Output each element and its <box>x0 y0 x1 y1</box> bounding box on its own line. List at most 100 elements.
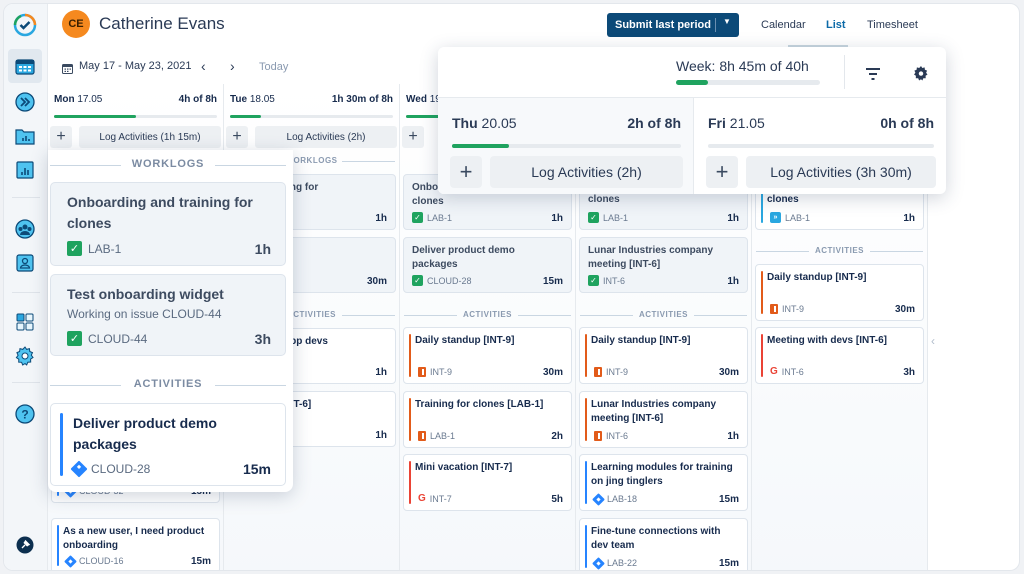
add-worklog-button[interactable]: + <box>450 156 482 188</box>
log-activities-button[interactable]: Log Activities (2h) <box>255 126 397 148</box>
card-subtitle: Working on issue CLOUD-44 <box>67 307 222 321</box>
worklog-card[interactable]: Lunar Industries company meeting [INT-6]… <box>579 237 748 293</box>
jira-story-icon <box>592 492 605 506</box>
duration: 3h <box>903 367 915 378</box>
day-header: Mon 17.05 4h of 8h <box>54 94 217 108</box>
calendar-icon[interactable] <box>8 49 42 83</box>
card-meta: INT-9 <box>418 367 452 377</box>
add-worklog-button[interactable]: + <box>226 126 248 148</box>
collapse-panel-chevron-icon[interactable]: ‹ <box>931 334 935 348</box>
card-accent <box>585 461 587 504</box>
office-icon <box>418 367 426 377</box>
activity-card[interactable]: Daily standup [INT-9] INT-9 30m <box>579 327 748 384</box>
card-meta: LAB-18 <box>592 492 638 506</box>
worklog-card[interactable]: Test onboarding widget Working on issue … <box>50 274 286 356</box>
worklog-card[interactable]: Onboarding and training for clones ✓ LAB-… <box>50 182 286 266</box>
today-button[interactable]: Today <box>259 61 288 73</box>
card-title: Daily standup [INT-9] <box>767 272 867 283</box>
duration: 15m <box>718 558 739 569</box>
log-activities-button[interactable]: Log Activities (3h 30m) <box>746 156 936 188</box>
activity-card[interactable]: Meeting with devs [INT-6] G INT-6 3h <box>755 327 924 384</box>
previous-week-button[interactable]: ‹ <box>201 58 206 74</box>
issue-key: INT-9 <box>606 367 629 377</box>
duration: 30m <box>366 276 387 287</box>
add-worklog-button[interactable]: + <box>706 156 738 188</box>
duration: 1h <box>375 213 387 224</box>
issue-key: LAB-1 <box>427 212 453 223</box>
settings-gear-icon[interactable] <box>905 60 937 88</box>
team-icon[interactable] <box>13 217 37 241</box>
card-accent <box>585 398 587 441</box>
tab-list[interactable]: List <box>826 19 846 31</box>
help-icon[interactable]: ? <box>13 402 37 426</box>
date-range[interactable]: May 17 - May 23, 2021 <box>79 60 192 72</box>
week-total: Week: 8h 45m of 40h <box>676 58 809 74</box>
worklog-card[interactable]: Deliver product demo packages ✓ CLOUD-28 … <box>403 237 572 293</box>
duration: 1h <box>254 241 271 257</box>
duration: 1h <box>903 213 915 224</box>
submit-last-period-button[interactable]: Submit last period ▼ <box>607 13 739 37</box>
day-total: 4h of 8h <box>178 94 217 105</box>
apps-grid-icon[interactable] <box>13 310 37 334</box>
activity-card[interactable]: Training for clones [LAB-1] LAB-1 2h <box>403 391 572 448</box>
card-meta: INT-6 <box>594 431 628 441</box>
card-accent <box>409 398 411 441</box>
activity-card[interactable]: Daily standup [INT-9] INT-9 30m <box>755 264 924 321</box>
duration: 1h <box>727 431 739 442</box>
tab-timesheet[interactable]: Timesheet <box>867 19 918 31</box>
google-icon: G <box>770 366 778 377</box>
day-name: Thu <box>452 115 478 131</box>
calendar-small-icon[interactable] <box>62 61 73 79</box>
duration: 15m <box>542 276 563 287</box>
sidebar-divider <box>12 292 40 293</box>
day-name: Mon <box>54 94 75 105</box>
tab-calendar[interactable]: Calendar <box>761 19 806 31</box>
activity-card[interactable]: As a new user, I need product onboarding… <box>51 518 220 570</box>
issue-key: INT-9 <box>430 367 453 377</box>
card-title: Fine-tune connections with dev team <box>591 526 721 551</box>
card-title: Test onboarding widget <box>67 286 224 302</box>
activity-card[interactable]: Deliver product demo packages CLOUD-28 1… <box>50 403 286 486</box>
google-icon: G <box>418 493 426 504</box>
duration: 15m <box>242 461 271 477</box>
fast-forward-icon: » <box>770 212 781 223</box>
sidebar-divider <box>12 382 40 383</box>
settings-gear-icon[interactable] <box>13 344 37 368</box>
issue-key: CLOUD-28 <box>91 462 151 476</box>
next-week-button[interactable]: › <box>230 58 235 74</box>
card-meta: ✓ INT-6 <box>588 275 625 286</box>
activity-card[interactable]: Fine-tune connections with dev team LAB-… <box>579 518 748 570</box>
filter-icon[interactable] <box>857 60 889 88</box>
activity-card[interactable]: Lunar Industries company meeting [INT-6]… <box>579 391 748 448</box>
card-meta: INT-9 <box>594 367 628 377</box>
issue-key: CLOUD-28 <box>427 275 472 286</box>
issue-key: INT-6 <box>781 366 804 377</box>
log-activities-button[interactable]: Log Activities (1h 15m) <box>79 126 221 148</box>
app-logo-icon[interactable] <box>13 13 37 37</box>
day-header-thu: Thu 20.05 2h of 8h + Log Activities (2h) <box>438 97 694 194</box>
log-activities-button[interactable]: Log Activities (2h) <box>490 156 683 188</box>
add-worklog-button[interactable]: + <box>50 126 72 148</box>
submit-label: Submit last period <box>615 19 711 31</box>
issue-key: CLOUD-44 <box>88 331 148 346</box>
activity-card[interactable]: Learning modules for training on jing ti… <box>579 454 748 511</box>
add-worklog-button[interactable]: + <box>402 126 424 148</box>
activities-section-label: ACTIVITIES <box>404 310 571 319</box>
day-name: Fri <box>708 115 726 131</box>
pin-icon[interactable] <box>13 533 37 557</box>
avatar[interactable]: CE <box>62 10 90 38</box>
user-profile-icon[interactable] <box>13 251 37 275</box>
activities-section-label: ACTIVITIES <box>580 310 747 319</box>
chevron-down-icon[interactable]: ▼ <box>723 17 731 26</box>
issue-key: LAB-18 <box>607 494 638 504</box>
user-name: Catherine Evans <box>99 14 225 33</box>
folder-report-icon[interactable] <box>13 124 37 148</box>
week-summary-popup: Week: 8h 45m of 40h Thu 20.05 2h of 8h + … <box>438 47 946 194</box>
activity-card[interactable]: Daily standup [INT-9] INT-9 30m <box>403 327 572 384</box>
fast-forward-icon[interactable] <box>13 90 37 114</box>
office-icon <box>594 367 602 377</box>
reports-icon[interactable] <box>13 158 37 182</box>
duration: 1h <box>375 430 387 441</box>
duration: 15m <box>190 556 211 567</box>
activity-card[interactable]: Mini vacation [INT-7] G INT-7 5h <box>403 454 572 511</box>
